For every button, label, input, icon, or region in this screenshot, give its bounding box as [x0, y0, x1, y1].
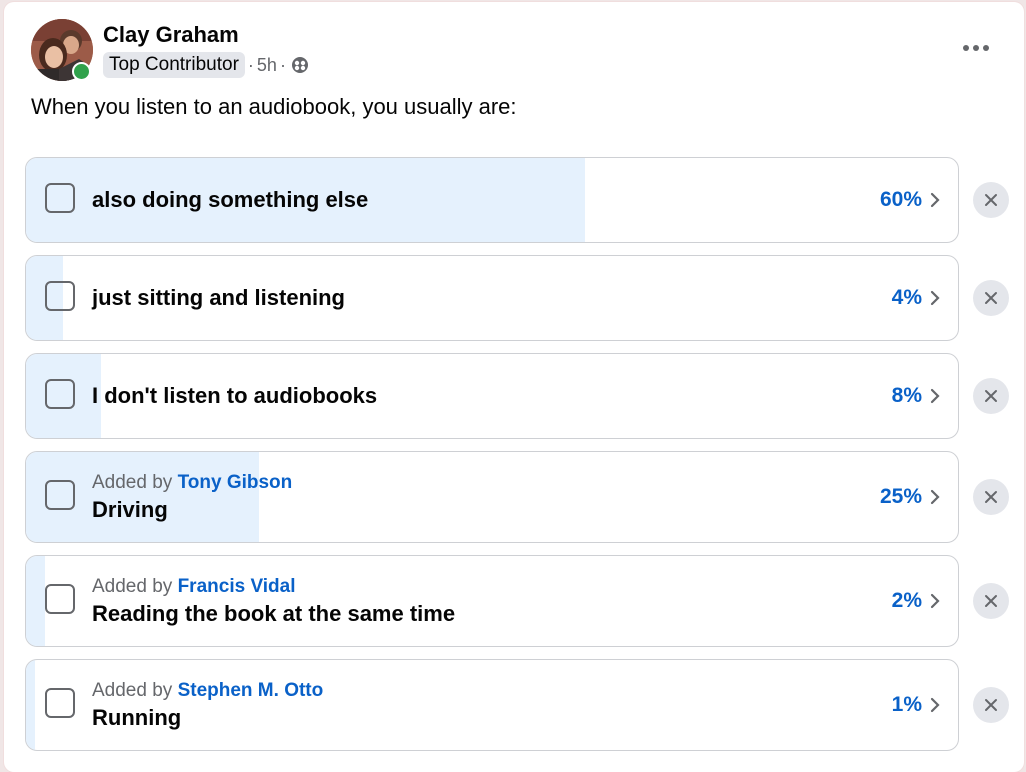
poll-option-label: Running	[92, 705, 182, 730]
added-by-user-link[interactable]: Tony Gibson	[178, 472, 293, 493]
close-icon	[985, 292, 997, 304]
post-card: Clay Graham Top Contributor · 5h · When …	[4, 2, 1024, 772]
online-status-indicator	[72, 62, 91, 81]
poll-option-percent[interactable]: 4%	[892, 286, 922, 310]
added-by-prefix: Added by	[92, 576, 173, 597]
poll-option-checkbox[interactable]	[45, 379, 75, 409]
poll-option-percent[interactable]: 25%	[880, 485, 922, 509]
poll-option[interactable]: Added by Tony Gibson Driving 25%	[25, 451, 959, 543]
close-icon	[985, 595, 997, 607]
poll-option-checkbox[interactable]	[45, 281, 75, 311]
poll-option-checkbox[interactable]	[45, 688, 75, 718]
poll-question: When you listen to an audiobook, you usu…	[31, 94, 517, 119]
poll-option-percent[interactable]: 1%	[892, 693, 922, 717]
close-icon	[985, 194, 997, 206]
poll-option-label: also doing something else	[92, 187, 369, 212]
added-by-user-link[interactable]: Stephen M. Otto	[178, 680, 324, 701]
chevron-right-icon[interactable]	[928, 289, 942, 307]
more-horizontal-icon	[963, 45, 989, 51]
meta-separator: ·	[247, 54, 254, 75]
close-icon	[985, 491, 997, 503]
remove-option-button[interactable]	[973, 378, 1009, 414]
poll-option-label: Driving	[92, 497, 168, 522]
added-by-line: Added by Stephen M. Otto	[92, 678, 323, 704]
poll-option-percent[interactable]: 60%	[880, 188, 922, 212]
poll-option-result-bar	[26, 556, 45, 646]
chevron-right-icon[interactable]	[928, 191, 942, 209]
post-time[interactable]: 5h	[257, 55, 277, 76]
remove-option-button[interactable]	[973, 687, 1009, 723]
globe-icon	[291, 56, 309, 74]
poll-option-label: just sitting and listening	[92, 285, 345, 310]
poll-option-text: Added by Stephen M. Otto Running	[92, 678, 323, 732]
added-by-prefix: Added by	[92, 680, 173, 701]
poll-option[interactable]: Added by Stephen M. Otto Running 1%	[25, 659, 959, 751]
chevron-right-icon[interactable]	[928, 488, 942, 506]
poll-option[interactable]: Added by Francis Vidal Reading the book …	[25, 555, 959, 647]
poll-option[interactable]: I don't listen to audiobooks 8%	[25, 353, 959, 439]
chevron-right-icon[interactable]	[928, 592, 942, 610]
poll-option-percent[interactable]: 2%	[892, 589, 922, 613]
post-meta: Top Contributor · 5h ·	[103, 51, 309, 79]
poll-option-checkbox[interactable]	[45, 480, 75, 510]
remove-option-button[interactable]	[973, 280, 1009, 316]
poll-option-checkbox[interactable]	[45, 183, 75, 213]
top-contributor-badge[interactable]: Top Contributor	[103, 52, 245, 78]
poll-option-label: Reading the book at the same time	[92, 601, 456, 626]
added-by-line: Added by Tony Gibson	[92, 470, 292, 496]
remove-option-button[interactable]	[973, 479, 1009, 515]
poll-option-text: Added by Francis Vidal Reading the book …	[92, 574, 455, 628]
added-by-user-link[interactable]: Francis Vidal	[178, 576, 296, 597]
post-options-button[interactable]	[952, 30, 1000, 66]
meta-separator: ·	[279, 54, 286, 75]
poll-option[interactable]: just sitting and listening 4%	[25, 255, 959, 341]
remove-option-button[interactable]	[973, 583, 1009, 619]
poll-option[interactable]: also doing something else 60%	[25, 157, 959, 243]
close-icon	[985, 390, 997, 402]
poll-option-text: Added by Tony Gibson Driving	[92, 470, 292, 524]
added-by-line: Added by Francis Vidal	[92, 574, 455, 600]
poll-option-checkbox[interactable]	[45, 584, 75, 614]
chevron-right-icon[interactable]	[928, 696, 942, 714]
author-name[interactable]: Clay Graham	[103, 22, 239, 48]
remove-option-button[interactable]	[973, 182, 1009, 218]
poll-option-label: I don't listen to audiobooks	[92, 383, 378, 408]
added-by-prefix: Added by	[92, 472, 173, 493]
poll-option-percent[interactable]: 8%	[892, 384, 922, 408]
close-icon	[985, 699, 997, 711]
chevron-right-icon[interactable]	[928, 387, 942, 405]
poll-option-result-bar	[26, 660, 36, 750]
